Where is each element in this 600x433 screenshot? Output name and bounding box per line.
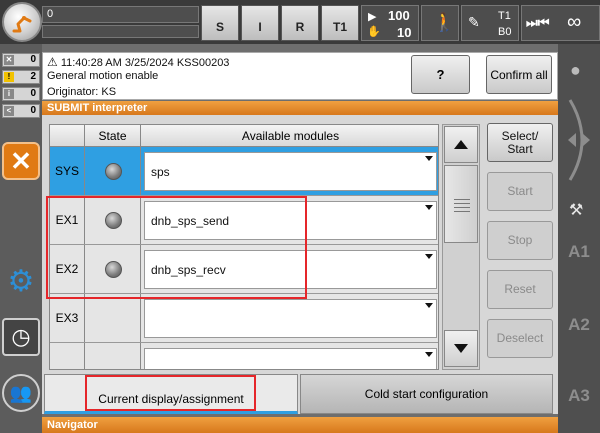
column-header-state: State xyxy=(85,125,141,147)
row-name xyxy=(50,343,85,369)
stop-button[interactable]: Stop xyxy=(487,221,553,260)
dropdown-arrow-icon xyxy=(425,303,433,308)
table-scrollbar[interactable] xyxy=(442,124,480,370)
message-window: ⚠ 11:40:28 AM 3/25/2024 KSS00203 General… xyxy=(42,52,558,100)
scroll-thumb[interactable] xyxy=(444,165,478,243)
select-start-button[interactable]: Select/ Start xyxy=(487,123,553,162)
table-row[interactable]: EX3 xyxy=(50,294,438,343)
message-count-ack[interactable]: ✕ 0 xyxy=(2,53,40,67)
close-icon: ✕ xyxy=(10,145,32,176)
message-count-warning[interactable]: ! 2 xyxy=(2,70,40,84)
column-header-modules: Available modules xyxy=(141,125,438,147)
program-override-value: 100 xyxy=(388,8,410,23)
dialog-message-icon: < xyxy=(4,106,14,116)
close-button[interactable]: ✕ xyxy=(2,142,40,180)
module-select[interactable] xyxy=(144,299,437,338)
user-group-button[interactable]: 👥 xyxy=(2,374,40,412)
walking-person-icon: 🚶 xyxy=(433,12,456,32)
ack-message-icon: ✕ xyxy=(4,55,14,65)
warning-message-icon: ! xyxy=(4,72,14,82)
robot-arm-icon xyxy=(12,16,32,33)
tool-base-tile[interactable]: ✎ T1 B0 xyxy=(461,5,519,41)
jog-arc-control[interactable] xyxy=(562,95,596,185)
incremental-jog-icon: ⏭⏮ xyxy=(526,15,550,30)
column-header-name xyxy=(50,125,85,147)
gear-icon: ⚙ xyxy=(7,264,35,298)
operating-mode-button[interactable]: T1 xyxy=(321,5,359,41)
message-count-info[interactable]: i 0 xyxy=(2,87,40,101)
settings-gear-button[interactable]: ⚙ xyxy=(2,262,40,300)
program-progress-bar: 0 xyxy=(42,6,199,23)
arrow-down-icon xyxy=(454,344,468,353)
axis-label-a3: A3 xyxy=(568,386,590,405)
row-state xyxy=(85,147,141,195)
row-module-cell xyxy=(141,343,438,369)
walking-person-tile[interactable]: 🚶 xyxy=(421,5,459,41)
state-led-icon xyxy=(105,163,122,180)
row-name: EX3 xyxy=(50,294,85,342)
tool-icon: ✎ xyxy=(468,14,480,30)
dropdown-arrow-icon xyxy=(425,254,433,259)
clock-icon: ◷ xyxy=(11,324,31,349)
highlight-box-tab xyxy=(85,375,256,411)
table-row[interactable]: SYS sps xyxy=(50,147,438,196)
table-row[interactable] xyxy=(50,343,438,369)
dropdown-arrow-icon xyxy=(425,352,433,357)
warning-triangle-icon: ⚠ xyxy=(47,55,58,69)
dropdown-arrow-icon xyxy=(425,205,433,210)
base-label: B0 xyxy=(498,26,512,38)
row-module-cell xyxy=(141,294,438,342)
message-text: General motion enable xyxy=(47,70,159,82)
increment-tile[interactable]: ⏭⏮ ∞ xyxy=(521,5,600,41)
jog-override-value: 10 xyxy=(397,25,412,40)
jog-arc-icon xyxy=(568,99,590,181)
confirm-all-button[interactable]: Confirm all xyxy=(486,55,552,94)
clock-button[interactable]: ◷ xyxy=(2,318,40,356)
help-button[interactable]: ? xyxy=(411,55,470,94)
tool-label: T1 xyxy=(498,10,511,22)
reset-button[interactable]: Reset xyxy=(487,270,553,309)
globe-icon[interactable]: ● xyxy=(570,60,581,81)
deselect-button[interactable]: Deselect xyxy=(487,319,553,358)
play-icon: ▶ xyxy=(368,11,377,23)
increment-value: ∞ xyxy=(567,11,582,33)
user-group-icon: 👥 xyxy=(9,382,33,403)
arrow-up-icon xyxy=(454,140,468,149)
message-count-dialog[interactable]: < 0 xyxy=(2,104,40,118)
row-module-cell: sps xyxy=(141,147,438,195)
row-state xyxy=(85,294,141,342)
panel-title: SUBMIT interpreter xyxy=(42,101,558,115)
tool-axis-icon[interactable]: ⚒ xyxy=(569,200,583,220)
axis-label-a2: A2 xyxy=(568,315,590,334)
start-button[interactable]: Start xyxy=(487,172,553,211)
highlight-box-modules xyxy=(46,196,307,299)
robot-menu-button[interactable] xyxy=(2,2,42,42)
interpreter-status-button[interactable]: I xyxy=(241,5,279,41)
module-select[interactable]: sps xyxy=(144,152,437,191)
row-name: SYS xyxy=(50,147,85,195)
row-state xyxy=(85,343,141,369)
navigator-bar[interactable]: Navigator xyxy=(42,417,558,433)
message-header: ⚠ 11:40:28 AM 3/25/2024 KSS00203 xyxy=(47,55,230,69)
drives-status-button[interactable]: R xyxy=(281,5,319,41)
tab-cold-start-configuration[interactable]: Cold start configuration xyxy=(300,374,553,414)
module-select[interactable] xyxy=(144,348,437,369)
submit-status-button[interactable]: S xyxy=(201,5,239,41)
jog-hand-icon: ✋ xyxy=(367,26,381,38)
scroll-up-button[interactable] xyxy=(444,126,478,163)
dropdown-arrow-icon xyxy=(425,156,433,161)
info-message-icon: i xyxy=(4,89,14,99)
secondary-progress-bar: 0 xyxy=(42,25,199,38)
axis-label-a1: A1 xyxy=(568,242,590,261)
scroll-down-button[interactable] xyxy=(444,330,478,367)
override-tile[interactable]: ▶ 100 ✋ 10 xyxy=(361,5,419,41)
message-originator: Originator: KS xyxy=(47,86,117,98)
